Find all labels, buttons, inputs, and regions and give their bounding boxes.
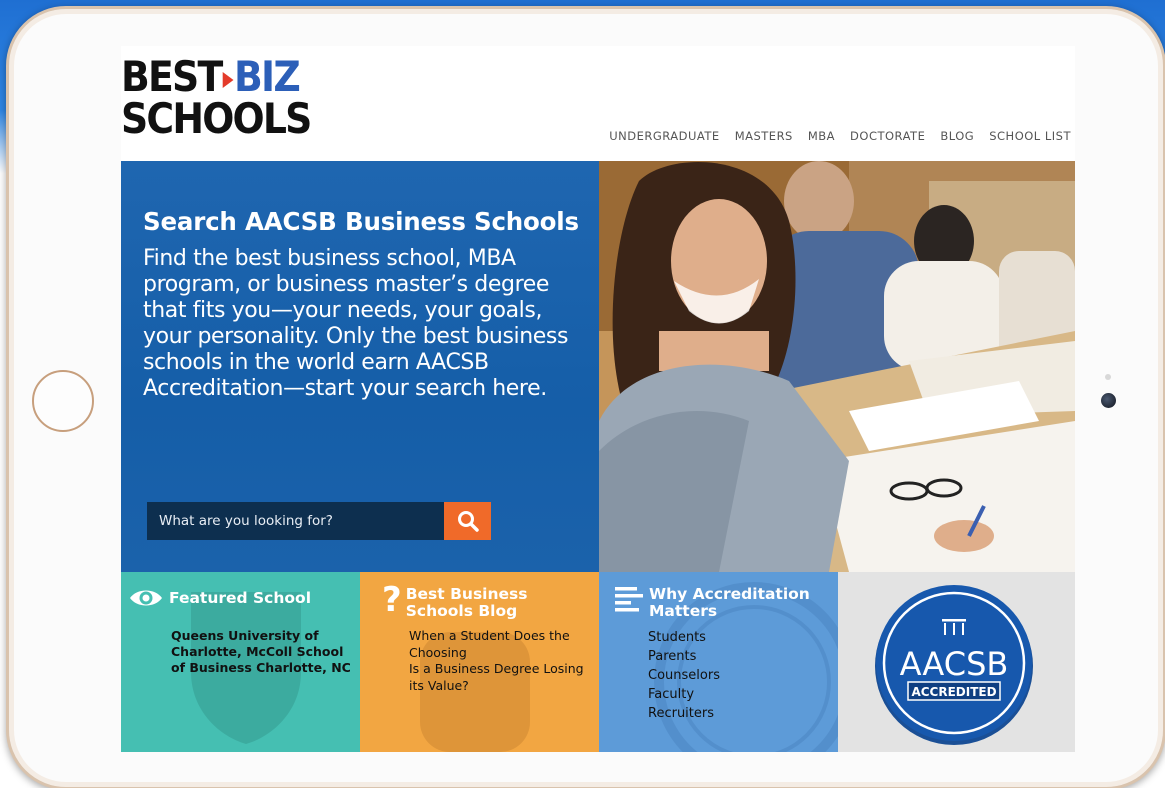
search-input[interactable] — [147, 502, 444, 540]
blog-card[interactable]: ? Best Business Schools Blog When a Stud… — [360, 572, 599, 752]
badge-name: AACSB — [900, 645, 1009, 683]
hero-photo — [599, 161, 1075, 572]
nav-doctorate[interactable]: DOCTORATE — [850, 129, 925, 143]
blog-post-link[interactable]: Is a Business Degree Losing its Value? — [409, 661, 594, 694]
badge-label: ACCREDITED — [911, 685, 996, 699]
list-icon — [615, 587, 643, 612]
accreditation-title-line1: Why Accreditation — [649, 585, 810, 603]
eye-icon — [130, 590, 162, 606]
audience-link-faculty[interactable]: Faculty — [648, 685, 798, 704]
accreditation-card[interactable]: Why Accreditation Matters Students Paren… — [599, 572, 838, 752]
aacsb-badge-card: AACSB ACCREDITED — [838, 572, 1075, 752]
search-bar — [147, 502, 491, 540]
hero-description: Find the best business school, MBA progr… — [143, 246, 569, 401]
accreditation-title-line2: Matters — [649, 602, 718, 620]
hero: Search AACSB Business Schools Find the b… — [121, 161, 1075, 572]
blog-post-link[interactable]: When a Student Does the Choosing — [409, 628, 594, 661]
nav-blog[interactable]: BLOG — [940, 129, 974, 143]
nav-school-list[interactable]: SCHOOL LIST — [989, 129, 1071, 143]
feature-cards: Featured School Queens University of Cha… — [121, 572, 1075, 752]
students-studying-image — [599, 161, 1075, 572]
search-button[interactable] — [444, 502, 491, 540]
site-logo[interactable]: BEST BIZ SCHOOLS — [121, 56, 312, 151]
main-nav: UNDERGRADUATE MASTERS MBA DOCTORATE BLOG… — [609, 129, 1071, 143]
audience-link-recruiters[interactable]: Recruiters — [648, 704, 798, 723]
audience-link-students[interactable]: Students — [648, 628, 798, 647]
nav-masters[interactable]: MASTERS — [735, 129, 793, 143]
sensor-dot — [1105, 374, 1111, 380]
logo-text-schools: SCHOOLS — [121, 94, 312, 143]
screen: BEST BIZ SCHOOLS UNDERGRADUATE MASTERS MB… — [121, 46, 1075, 752]
home-button[interactable] — [32, 370, 94, 432]
camera-icon — [1101, 393, 1116, 408]
search-icon — [457, 511, 479, 532]
audience-link-parents[interactable]: Parents — [648, 647, 798, 666]
question-mark-icon: ? — [382, 580, 402, 620]
hero-title: Search AACSB Business Schools — [143, 207, 579, 236]
site-header: BEST BIZ SCHOOLS UNDERGRADUATE MASTERS MB… — [121, 46, 1075, 161]
blog-title-line1: Best Business — [405, 585, 528, 603]
nav-mba[interactable]: MBA — [808, 129, 835, 143]
featured-school-card[interactable]: Featured School Queens University of Cha… — [121, 572, 360, 752]
aacsb-accredited-badge: AACSB ACCREDITED — [875, 585, 1033, 745]
pillar-icon — [942, 619, 966, 635]
blog-title-line2: Schools Blog — [405, 602, 518, 620]
featured-school-link[interactable]: Queens University of Charlotte, McColl S… — [171, 628, 351, 676]
audience-link-counselors[interactable]: Counselors — [648, 666, 798, 685]
featured-school-title: Featured School — [169, 588, 312, 607]
hero-panel: Search AACSB Business Schools Find the b… — [121, 161, 599, 572]
nav-undergraduate[interactable]: UNDERGRADUATE — [609, 129, 719, 143]
flag-icon — [222, 71, 234, 88]
